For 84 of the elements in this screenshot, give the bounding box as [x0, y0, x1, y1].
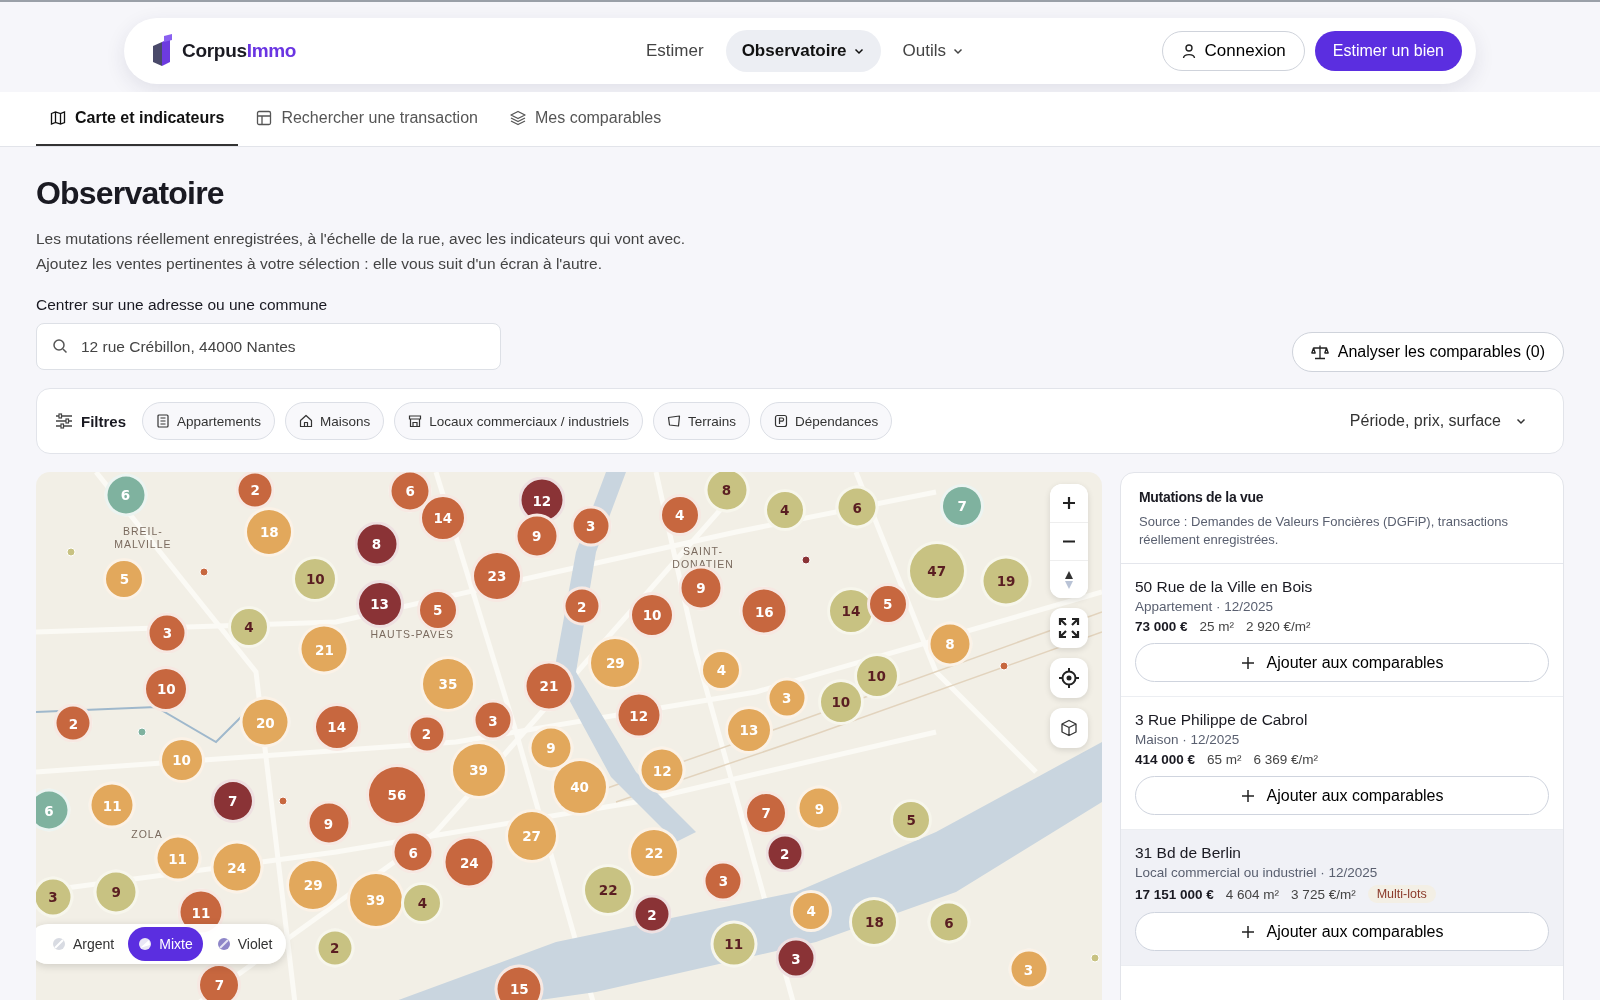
transaction-price: 17 151 000 €	[1135, 886, 1214, 902]
filter-chip[interactable]: Dépendances	[759, 402, 893, 440]
nav-item[interactable]: Observatoire	[725, 30, 881, 72]
scale-icon	[1310, 344, 1329, 360]
sliders-icon	[55, 413, 73, 429]
tab[interactable]: Mes comparables	[495, 92, 676, 146]
building-icon	[156, 414, 170, 428]
transaction-type-date: Appartement · 12/2025	[1135, 599, 1275, 614]
nav-item[interactable]: Estimer	[630, 30, 720, 72]
transaction-address: 3 Rue Philippe de Cabrol	[1135, 711, 1309, 729]
table-icon	[256, 110, 273, 126]
multi-lots-badge: Multi-lots	[1367, 885, 1436, 903]
user-icon	[1180, 43, 1197, 59]
transaction-surface: 4 604 m²	[1225, 886, 1280, 902]
map-point-icon	[1089, 953, 1100, 964]
transaction-address: 50 Rue de la Ville en Bois	[1135, 578, 1314, 596]
map-style-option[interactable]: Mixte	[128, 927, 203, 961]
map-point-icon	[999, 661, 1010, 672]
place-label: BREIL- MALVILLE	[114, 524, 172, 551]
map-point-icon	[66, 547, 77, 558]
transaction-price: 73 000 €	[1135, 619, 1188, 634]
store-icon	[408, 414, 423, 428]
swatch-icon	[138, 937, 153, 951]
estimate-button[interactable]: Estimer un bien	[1314, 31, 1462, 71]
map-point-icon	[136, 726, 147, 737]
swatch-icon	[52, 937, 66, 951]
zoom-in-button[interactable]	[1050, 484, 1088, 522]
compass-button[interactable]	[1050, 560, 1088, 598]
map-point-icon	[277, 796, 288, 807]
nav-item[interactable]: Outils	[886, 30, 980, 72]
locate-icon	[1058, 667, 1080, 689]
price-per-m2: 3 725 €/m²	[1291, 886, 1356, 902]
parking-icon	[773, 414, 788, 428]
transaction-item[interactable]: 31 Bd de Berlin Local commercial ou industriel · 12/2025 17 151 000 € 4 604 m² 3 725 €/m² Multi-lots Ajouter aux comparables	[1121, 830, 1563, 966]
fullscreen-icon	[1058, 617, 1080, 639]
transaction-address: 31 Bd de Berlin	[1135, 844, 1242, 862]
plus-icon	[1240, 924, 1255, 939]
filter-chip[interactable]: Terrains	[652, 402, 750, 440]
transaction-surface: 65 m²	[1207, 752, 1242, 767]
house-icon	[299, 414, 314, 428]
add-to-comparables-button[interactable]: Ajouter aux comparables	[1135, 776, 1549, 815]
transaction-type-date: Maison · 12/2025	[1135, 732, 1241, 747]
locate-button[interactable]	[1050, 658, 1088, 698]
intro-text: Ajoutez les ventes pertinentes à votre sélection : elle vous suit d'un écran à l'autre.	[36, 254, 603, 274]
intro-text: Les mutations réellement enregistrées, à l'échelle de la rue, avec les indicateurs qui vont avec.	[36, 229, 687, 249]
price-per-m2: 6 369 €/m²	[1253, 752, 1319, 767]
fullscreen-button[interactable]	[1050, 608, 1088, 648]
transaction-item[interactable]: 50 Rue de la Ville en Bois Appartement · 12/2025 73 000 € 25 m² 2 920 €/m² Ajouter aux comparables	[1121, 564, 1563, 697]
map-point-icon	[199, 567, 210, 578]
tab[interactable]: Carte et indicateurs	[36, 92, 239, 146]
plus-icon	[1240, 655, 1255, 670]
3d-view-button[interactable]	[1050, 708, 1088, 748]
transaction-surface: 25 m²	[1199, 619, 1235, 634]
period-price-surface-dropdown[interactable]: Période, prix, surface	[1343, 411, 1545, 431]
panel-title: Mutations de la vue	[1139, 489, 1265, 505]
transaction-type-date: Local commercial ou industriel · 12/2025	[1135, 865, 1379, 880]
plus-icon	[1240, 788, 1255, 803]
filter-chip[interactable]: Appartements	[142, 402, 276, 440]
filter-chip[interactable]: Locaux commerciaux / industriels	[394, 402, 643, 440]
cube-icon	[1060, 719, 1078, 737]
minus-icon	[1062, 540, 1076, 543]
login-button[interactable]: Connexion	[1161, 31, 1305, 71]
add-to-comparables-button[interactable]: Ajouter aux comparables	[1135, 912, 1549, 951]
price-per-m2: 2 920 €/m²	[1246, 619, 1311, 634]
add-to-comparables-button[interactable]: Ajouter aux comparables	[1135, 643, 1549, 682]
logo-wordmark: CorpusImmo	[182, 40, 297, 62]
map-point-icon	[801, 555, 812, 566]
source-note: Source : Demandes de Valeurs Foncières (DGFiP), transactions réellement enregistrées.	[1139, 513, 1509, 549]
search-field[interactable]: 12 rue Crébillon, 44000 Nantes	[36, 323, 501, 370]
layers-icon	[509, 110, 526, 126]
transaction-price: 414 000 €	[1135, 752, 1196, 767]
transaction-item[interactable]: 3 Rue Philippe de Cabrol Maison · 12/2025 414 000 € 65 m² 6 369 €/m² Ajouter aux comparables	[1121, 697, 1563, 830]
page-title: Observatoire	[36, 175, 225, 212]
plus-icon	[1062, 496, 1076, 510]
tab[interactable]: Rechercher une transaction	[242, 92, 492, 146]
filter-chip[interactable]: Maisons	[285, 402, 385, 440]
filters-text: Filtres	[81, 412, 126, 430]
map-icon	[50, 110, 66, 126]
plot-icon	[666, 414, 681, 428]
swatch-icon	[216, 937, 231, 951]
map-style-option[interactable]: Argent	[42, 927, 125, 961]
compass-icon	[1063, 569, 1075, 590]
analyze-button[interactable]: Analyser les comparables (0)	[1291, 332, 1564, 372]
search-label: Centrer sur une adresse ou une commune	[36, 296, 329, 314]
